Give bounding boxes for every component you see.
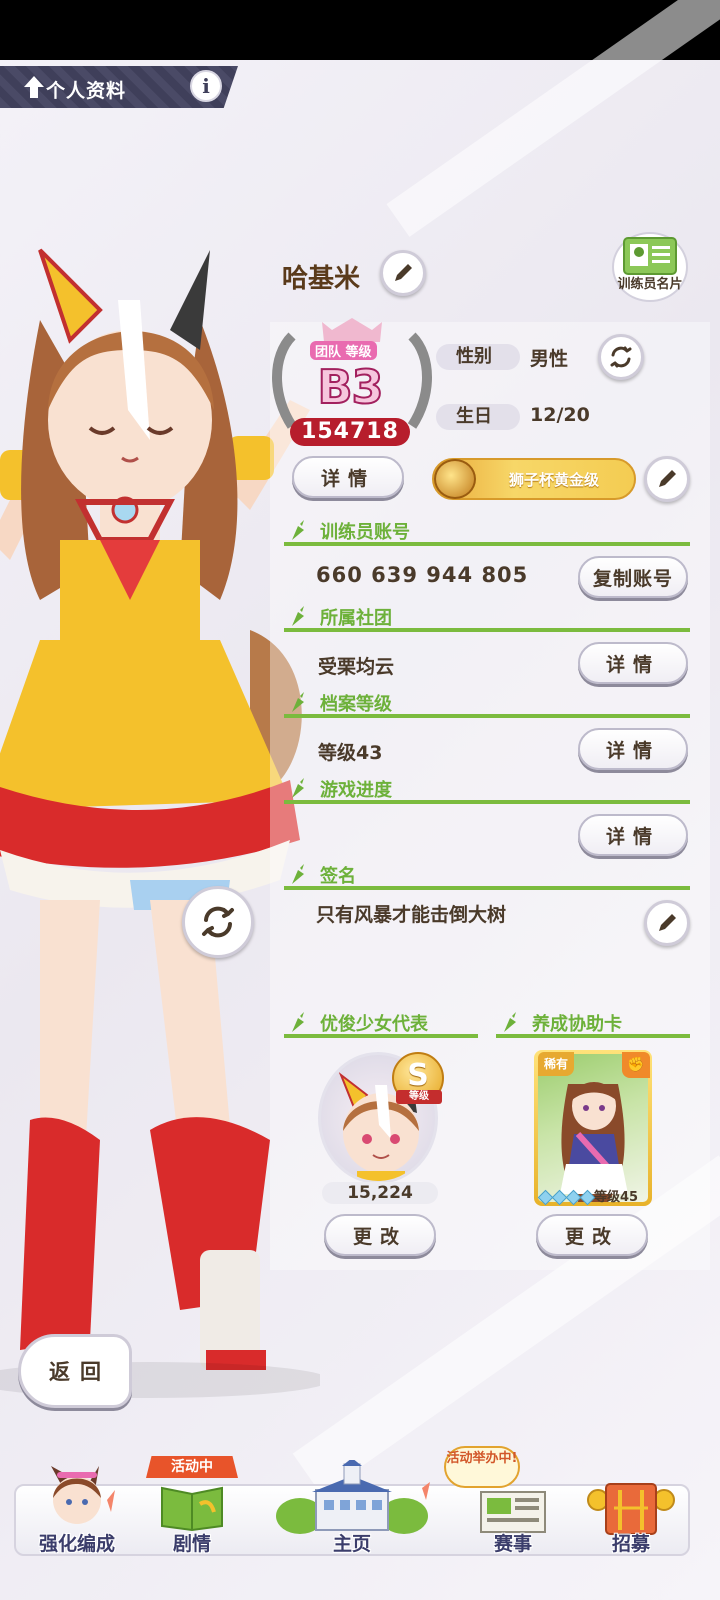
info-button[interactable]: i xyxy=(190,70,222,102)
gem-icon xyxy=(579,1189,596,1206)
progress-detail-button[interactable]: 详情 xyxy=(578,814,688,856)
up-arrow-icon[interactable] xyxy=(22,74,46,100)
nav-label: 赛事 xyxy=(493,1533,532,1555)
carrot-icon xyxy=(504,1012,516,1032)
trainer-card-button[interactable]: 训练员名片 xyxy=(612,232,688,306)
rank-detail-button[interactable]: 详情 xyxy=(292,456,404,498)
enhance-character-icon xyxy=(51,1466,115,1524)
change-support-card-button[interactable]: 更改 xyxy=(536,1214,648,1256)
support-card-level: 等级45 xyxy=(594,1190,639,1205)
info-icon: i xyxy=(202,74,210,98)
section-title: 档案等级 xyxy=(320,694,392,715)
section-header-signature: 签名 xyxy=(284,862,690,890)
swap-arrows-icon xyxy=(610,346,632,368)
rank-points: 154718 xyxy=(290,418,410,446)
section-header-profile-level: 档案等级 xyxy=(284,690,690,718)
profile-level-value: 等级43 xyxy=(318,742,383,764)
race-event-bubble: 活动举办中! xyxy=(444,1446,520,1488)
club-name: 受栗均云 xyxy=(318,656,395,678)
nav-item-enhance[interactable]: 强化编成 xyxy=(22,1460,132,1560)
nav-item-home[interactable]: 主页 xyxy=(252,1460,452,1560)
carrot-icon xyxy=(292,606,304,626)
nav-label: 剧情 xyxy=(172,1533,211,1555)
representative-grade-label: 等级 xyxy=(396,1090,442,1104)
section-title: 所属社团 xyxy=(320,608,392,629)
carrot-icon xyxy=(292,520,304,540)
rank-grade: B3 xyxy=(316,359,384,415)
trainer-name: 哈基米 xyxy=(282,264,361,294)
carrot-icon xyxy=(292,692,304,712)
carrot-icon xyxy=(292,864,304,884)
gender-label: 性别 xyxy=(436,344,520,370)
switch-outfit-button[interactable] xyxy=(182,886,254,958)
id-card-icon xyxy=(623,237,677,275)
section-header-support-card: 养成协助卡 xyxy=(496,1010,690,1038)
change-gender-button[interactable] xyxy=(598,334,644,380)
carrot-icon xyxy=(292,1012,304,1032)
pencil-icon xyxy=(659,914,676,931)
carrot-icon xyxy=(292,778,304,798)
section-header-account: 训练员账号 xyxy=(284,518,690,546)
swap-arrows-icon xyxy=(202,906,234,938)
change-representative-button[interactable]: 更改 xyxy=(324,1214,436,1256)
copy-account-button[interactable]: 复制账号 xyxy=(578,556,688,598)
section-header-progress: 游戏进度 xyxy=(284,776,690,804)
section-title: 优俊少女代表 xyxy=(320,1014,428,1035)
medal-icon xyxy=(434,459,476,499)
profile-level-detail-button[interactable]: 详情 xyxy=(578,728,688,770)
nav-label: 强化编成 xyxy=(38,1533,115,1555)
nav-item-recruit[interactable]: 招募 xyxy=(576,1460,686,1560)
trainer-card-label: 训练员名片 xyxy=(617,277,683,292)
section-title: 养成协助卡 xyxy=(532,1014,622,1035)
nav-label: 主页 xyxy=(332,1533,371,1555)
birthday-value: 12/20 xyxy=(530,404,590,426)
limit-break-gems xyxy=(537,1188,596,1207)
home-school-icon xyxy=(276,1460,430,1534)
rank-team-label: 团队 等级 xyxy=(310,341,377,360)
strength-type-icon: ✊ xyxy=(622,1052,650,1078)
club-detail-button[interactable]: 详情 xyxy=(578,642,688,684)
section-header-club: 所属社团 xyxy=(284,604,690,632)
section-title: 训练员账号 xyxy=(320,522,410,543)
representative-score: 15,224 xyxy=(322,1182,438,1204)
story-book-icon xyxy=(161,1486,223,1532)
birthday-label: 生日 xyxy=(436,404,520,430)
back-button[interactable]: 返回 xyxy=(18,1334,132,1408)
edit-name-button[interactable] xyxy=(380,250,426,296)
pencil-icon xyxy=(395,264,412,281)
pencil-icon xyxy=(659,470,676,487)
account-number: 660 639 944 805 xyxy=(316,563,529,587)
edit-signature-button[interactable] xyxy=(644,900,690,946)
edit-title-button[interactable] xyxy=(644,456,690,502)
nav-label: 招募 xyxy=(611,1533,650,1555)
story-event-tag: 活动中 xyxy=(146,1456,238,1478)
support-rarity-tag: 稀有 xyxy=(538,1052,574,1076)
gender-value: 男性 xyxy=(530,348,569,370)
recruit-gate-icon xyxy=(587,1483,675,1535)
section-title: 签名 xyxy=(320,866,356,887)
section-header-representative: 优俊少女代表 xyxy=(284,1010,478,1038)
signature-text: 只有风暴才能击倒大树 xyxy=(316,904,507,926)
page-title: 个人资料 xyxy=(46,80,127,102)
section-title: 游戏进度 xyxy=(320,780,392,801)
